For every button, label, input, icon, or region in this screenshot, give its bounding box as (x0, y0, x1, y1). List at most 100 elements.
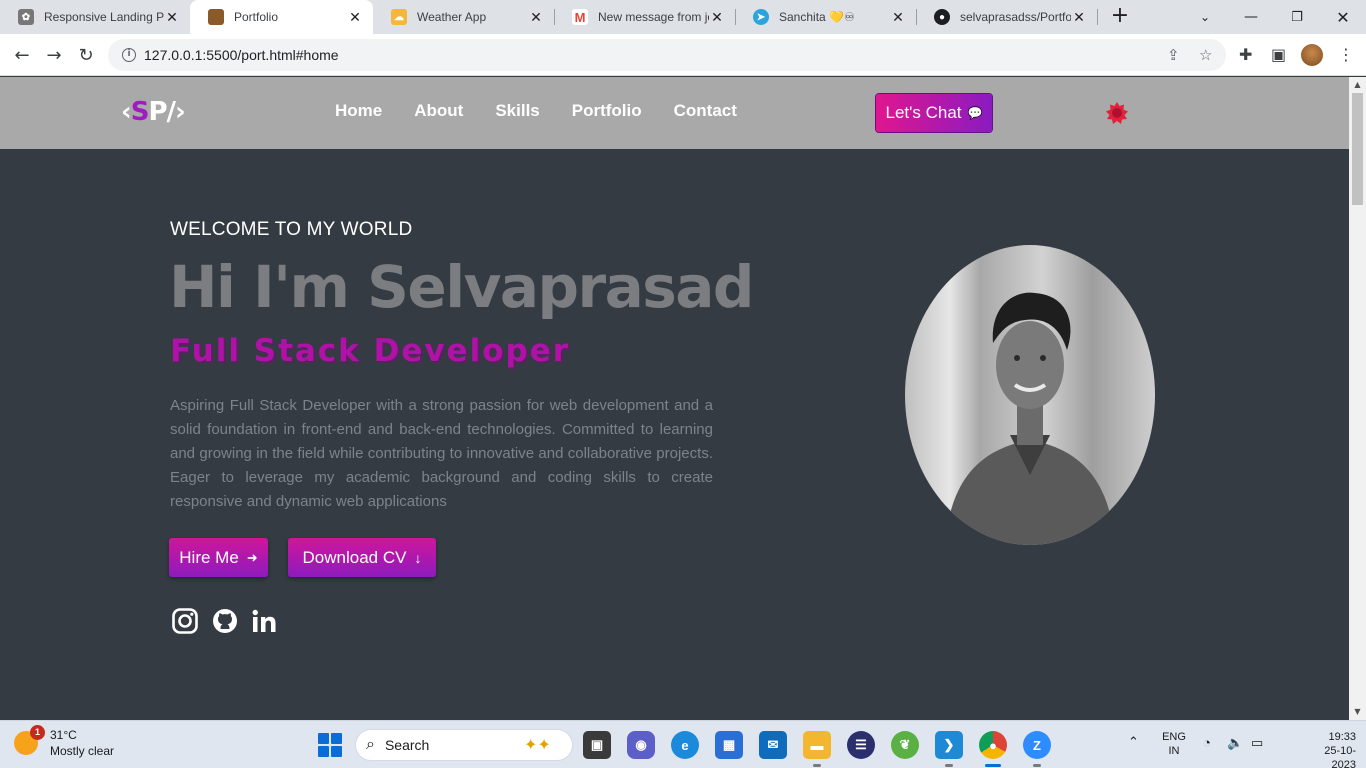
theme-toggle-icon[interactable] (1106, 102, 1128, 124)
restore-button[interactable]: ❐ (1274, 0, 1320, 34)
site-logo[interactable]: ‹ S P/› (121, 95, 186, 129)
gmail-icon: M (572, 9, 588, 25)
spring-tools-icon[interactable]: ❦ (891, 731, 919, 759)
close-icon[interactable]: ✕ (347, 9, 363, 26)
close-icon[interactable]: ✕ (1071, 9, 1087, 26)
running-indicator (1033, 764, 1041, 767)
nav-contact[interactable]: Contact (674, 101, 737, 121)
reload-button[interactable]: ↻ (73, 42, 99, 68)
arrow-right-icon: ➜ (246, 549, 258, 565)
profile-photo (905, 245, 1155, 545)
close-icon[interactable]: ✕ (890, 9, 906, 26)
weather-condition: Mostly clear (50, 744, 115, 758)
nav-portfolio[interactable]: Portfolio (572, 101, 642, 121)
profile-avatar[interactable] (1301, 44, 1323, 66)
hire-me-label: Hire Me (179, 547, 239, 567)
region-code: IN (1168, 745, 1180, 757)
logo-bracket: /› (166, 97, 186, 127)
tab-search-chevron-icon[interactable]: ⌄ (1182, 0, 1228, 34)
hire-me-button[interactable]: Hire Me ➜ (169, 538, 268, 577)
tab-portfolio[interactable]: Portfolio ✕ (190, 0, 373, 34)
github-icon[interactable] (211, 607, 239, 635)
new-tab-button[interactable]: + (1108, 4, 1132, 28)
running-indicator (945, 764, 953, 767)
mail-icon[interactable]: ✉ (759, 731, 787, 759)
url-text[interactable]: 127.0.0.1:5500/port.html#home (144, 47, 339, 63)
arrow-down-icon: ↓ (414, 549, 422, 566)
extensions-puzzle-icon[interactable]: ✚ (1239, 45, 1252, 64)
menu-kebab-icon[interactable]: ⋮ (1338, 45, 1354, 64)
portrait-icon (208, 9, 224, 25)
edge-icon[interactable]: e (671, 731, 699, 759)
zoom-icon[interactable]: Z (1023, 731, 1051, 759)
nav-skills[interactable]: Skills (495, 101, 539, 121)
github-icon: ● (934, 9, 950, 25)
windows-taskbar: 1 31°C Mostly clear ⌕ Search ✦✦ ▣ ◉ e ▦ … (0, 720, 1366, 768)
tab-title: New message from je (598, 10, 709, 24)
site-header: ‹ S P/› Home About Skills Portfolio Contac… (0, 77, 1349, 149)
tab-github[interactable]: ● selvaprasadss/Portfol ✕ (916, 0, 1097, 34)
close-icon[interactable]: ✕ (528, 9, 544, 26)
nav-home[interactable]: Home (335, 101, 382, 121)
page-scrollbar[interactable]: ▲ ▼ (1349, 77, 1366, 720)
nav-about[interactable]: About (414, 101, 463, 121)
tab-title: Portfolio (234, 10, 279, 24)
wifi-icon[interactable]: ◔ (1203, 736, 1211, 750)
linkedin-icon[interactable] (250, 607, 278, 635)
tab-title: Sanchita 💛♾ (779, 10, 855, 24)
scroll-down-arrow-icon[interactable]: ▼ (1349, 704, 1366, 720)
window-close-button[interactable]: ✕ (1320, 0, 1366, 34)
tab-responsive-landing[interactable]: ✿ Responsive Landing P ✕ (0, 0, 190, 34)
instagram-icon[interactable] (171, 607, 199, 635)
file-explorer-icon[interactable]: ▬ (803, 731, 831, 759)
tray-chevron-icon[interactable]: ⌃ (1128, 735, 1139, 749)
running-indicator (813, 764, 821, 767)
volume-icon[interactable]: 🔈 (1227, 736, 1243, 750)
lets-chat-label: Let's Chat (885, 103, 962, 122)
language-indicator[interactable]: ENG IN (1160, 730, 1188, 758)
weather-sun-icon: 1 (14, 725, 45, 755)
back-button[interactable]: ← (9, 42, 35, 68)
paw-icon: ✿ (18, 9, 34, 25)
clock[interactable]: 19:33 25-10-2023 (1312, 730, 1356, 768)
side-panel-icon[interactable]: ▣ (1271, 45, 1286, 64)
tab-telegram[interactable]: ➤ Sanchita 💛♾ ✕ (735, 0, 916, 34)
lets-chat-button[interactable]: Let's Chat 💬 (876, 94, 992, 132)
scrollbar-thumb[interactable] (1352, 93, 1363, 205)
close-icon[interactable]: ✕ (164, 9, 180, 26)
teams-chat-icon[interactable]: ◉ (627, 731, 655, 759)
browser-toolbar: ← → ↻ i 127.0.0.1:5500/port.html#home ⇪ … (0, 34, 1366, 76)
download-cv-button[interactable]: Download CV ↓ (288, 538, 436, 577)
eclipse-icon[interactable]: ☰ (847, 731, 875, 759)
clock-date: 25-10-2023 (1324, 745, 1356, 768)
vscode-icon[interactable]: ❯ (935, 731, 963, 759)
site-info-icon[interactable]: i (122, 48, 136, 62)
minimize-button[interactable]: — (1228, 0, 1274, 34)
share-icon[interactable]: ⇪ (1167, 46, 1180, 64)
bookmark-star-icon[interactable]: ☆ (1199, 46, 1212, 64)
battery-icon[interactable]: ▭ (1251, 736, 1263, 750)
scroll-up-arrow-icon[interactable]: ▲ (1349, 77, 1366, 93)
logo-bracket: ‹ (121, 97, 132, 127)
tab-separator (1097, 9, 1098, 25)
taskbar-search[interactable]: ⌕ Search ✦✦ (355, 729, 573, 761)
weather-widget[interactable]: 1 31°C Mostly clear (14, 725, 115, 759)
address-bar[interactable]: i 127.0.0.1:5500/port.html#home ⇪ ☆ (108, 39, 1226, 71)
windows-start-icon[interactable] (318, 733, 342, 757)
close-icon[interactable]: ✕ (709, 9, 725, 26)
tab-gmail[interactable]: M New message from je ✕ (554, 0, 735, 34)
tab-weather-app[interactable]: ☁ Weather App ✕ (373, 0, 554, 34)
clock-time: 19:33 (1328, 731, 1356, 743)
weather-temperature: 31°C (50, 728, 77, 742)
tab-title: selvaprasadss/Portfol (960, 10, 1071, 24)
chrome-icon[interactable]: ● (979, 731, 1007, 759)
hero-role: Full Stack Developer (170, 333, 571, 369)
profile-portrait-illustration (945, 292, 1115, 545)
search-highlight-icon: ✦✦ (524, 737, 551, 754)
tab-strip: ✿ Responsive Landing P ✕ Portfolio ✕ ☁ W… (0, 0, 1366, 34)
microsoft-store-icon[interactable]: ▦ (715, 731, 743, 759)
task-view-icon[interactable]: ▣ (583, 731, 611, 759)
language-code: ENG (1162, 731, 1186, 743)
forward-button[interactable]: → (41, 42, 67, 68)
hero-kicker: WELCOME TO MY WORLD (170, 219, 413, 240)
